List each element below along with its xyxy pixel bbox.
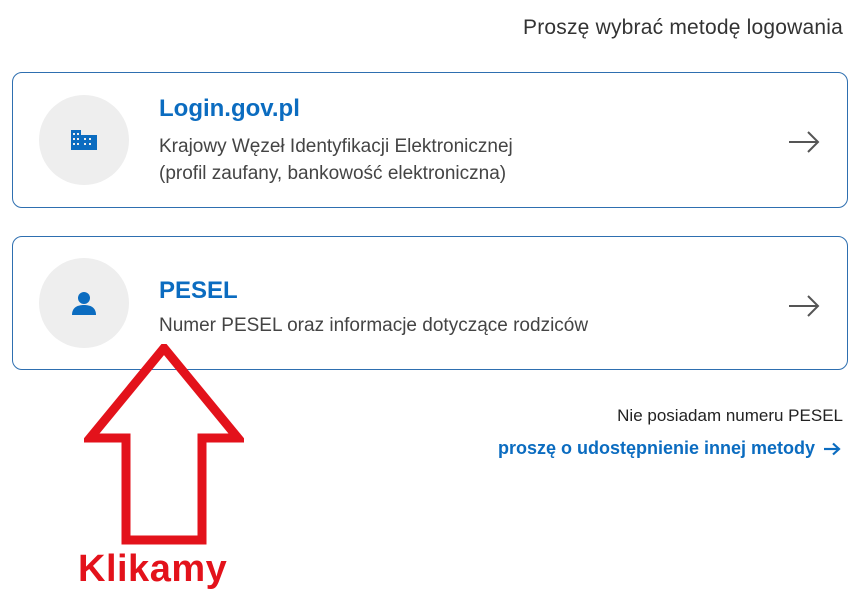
login-gov-pl-option[interactable]: Login.gov.pl Krajowy Węzeł Identyfikacji… <box>12 72 848 208</box>
pesel-title: PESEL <box>159 277 238 304</box>
building-icon <box>71 130 97 150</box>
request-other-method-label: proszę o udostępnienie innej metody <box>497 438 815 458</box>
login-gov-icon-circle <box>39 95 129 185</box>
request-other-method-link[interactable]: proszę o udostępnienie innej metody <box>498 438 841 459</box>
arrow-right-icon <box>824 442 841 455</box>
arrow-right-icon <box>789 131 820 153</box>
klikamy-annotation: Klikamy <box>78 548 228 590</box>
pesel-description: Numer PESEL oraz informacje dotyczące ro… <box>159 315 589 336</box>
login-method-prompt: Proszę wybrać metodę logowania <box>523 16 843 39</box>
arrow-right-icon <box>789 295 820 317</box>
red-up-arrow-annotation <box>84 344 244 545</box>
pesel-icon-circle <box>39 258 129 348</box>
login-gov-desc-line2: (profil zaufany, bankowość elektroniczna… <box>159 163 507 184</box>
login-gov-title: Login.gov.pl <box>159 95 300 122</box>
person-icon <box>72 292 96 315</box>
no-pesel-label: Nie posiadam numeru PESEL <box>617 406 843 425</box>
login-gov-description: Krajowy Węzeł Identyfikacji Elektroniczn… <box>159 133 513 187</box>
login-gov-desc-line1: Krajowy Węzeł Identyfikacji Elektroniczn… <box>159 136 513 157</box>
